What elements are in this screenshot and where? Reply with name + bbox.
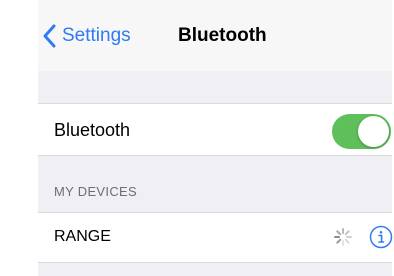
page-title: Bluetooth — [178, 25, 267, 46]
back-button[interactable]: Settings — [43, 22, 131, 50]
section-header: MY DEVICES — [38, 156, 392, 212]
back-button-label: Settings — [62, 25, 131, 46]
device-row-range[interactable]: RANGE — [38, 212, 393, 263]
device-name: RANGE — [54, 228, 111, 245]
loading-spinner-icon — [333, 227, 353, 247]
bluetooth-row-label: Bluetooth — [54, 120, 131, 140]
info-icon[interactable] — [369, 225, 393, 249]
bluetooth-toggle[interactable] — [332, 114, 391, 149]
toggle-knob — [358, 116, 389, 147]
bluetooth-settings-screen: Settings Bluetooth Bluetooth MY DEVICES … — [0, 0, 394, 276]
section-spacer — [38, 71, 392, 103]
left-margin — [0, 0, 38, 276]
section-spacer-bottom — [38, 263, 392, 276]
bluetooth-row: Bluetooth — [38, 103, 392, 156]
my-devices-header: MY DEVICES — [54, 184, 137, 199]
chevron-left-icon — [43, 24, 56, 48]
navigation-bar: Settings Bluetooth — [38, 0, 392, 71]
